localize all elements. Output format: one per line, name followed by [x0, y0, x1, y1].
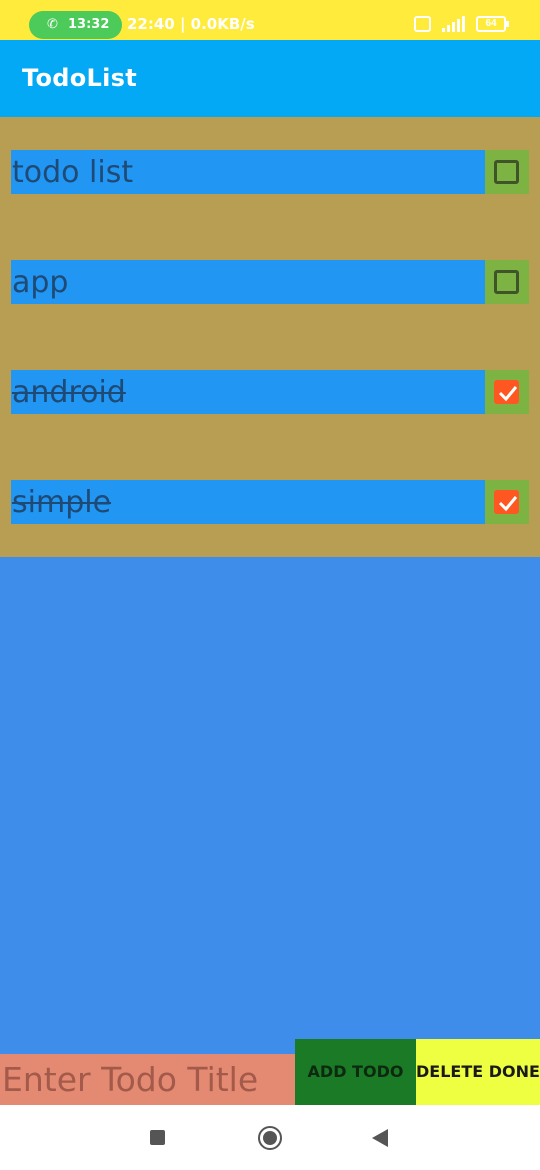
add-todo-button[interactable]: ADD TODO — [295, 1039, 416, 1105]
sim-icon — [414, 16, 431, 32]
checkbox-icon[interactable] — [494, 270, 519, 294]
todo-title-input[interactable] — [0, 1054, 295, 1105]
app-bar: TodoList — [0, 40, 540, 117]
app-title: TodoList — [22, 64, 138, 92]
status-bar: ✆ 13:32 22:40 | 0.0KB/s 64 — [0, 0, 540, 40]
todo-list[interactable]: todo list app android simple — [0, 117, 540, 557]
todo-item-title[interactable]: simple — [11, 480, 485, 524]
bottom-controls: ADD TODO DELETE DONE — [0, 1039, 540, 1105]
checkbox-checked-icon[interactable] — [494, 380, 519, 404]
checkbox-icon[interactable] — [494, 160, 519, 184]
ongoing-call-pill[interactable]: ✆ 13:32 — [29, 11, 122, 39]
back-icon[interactable] — [372, 1129, 388, 1147]
todo-item[interactable]: simple — [11, 480, 529, 524]
todo-item-title[interactable]: todo list — [11, 150, 485, 194]
home-icon[interactable] — [258, 1126, 282, 1150]
todo-item-checkbox-area[interactable] — [485, 260, 529, 304]
recents-icon[interactable] — [150, 1130, 165, 1145]
signal-icon — [438, 14, 468, 34]
todo-item-checkbox-area[interactable] — [485, 480, 529, 524]
system-nav-bar — [0, 1105, 540, 1170]
todo-item-title[interactable]: app — [11, 260, 485, 304]
battery-icon: 64 — [476, 16, 509, 32]
delete-done-button[interactable]: DELETE DONE — [416, 1039, 540, 1105]
empty-content-area — [0, 557, 540, 1039]
phone-icon: ✆ — [47, 17, 58, 32]
todo-item-title[interactable]: android — [11, 370, 485, 414]
call-duration: 13:32 — [68, 17, 110, 32]
todo-item[interactable]: todo list — [11, 150, 529, 194]
todo-item[interactable]: app — [11, 260, 529, 304]
todo-item[interactable]: android — [11, 370, 529, 414]
status-clock-speed: 22:40 | 0.0KB/s — [127, 15, 255, 33]
todo-item-checkbox-area[interactable] — [485, 150, 529, 194]
todo-item-checkbox-area[interactable] — [485, 370, 529, 414]
checkbox-checked-icon[interactable] — [494, 490, 519, 514]
